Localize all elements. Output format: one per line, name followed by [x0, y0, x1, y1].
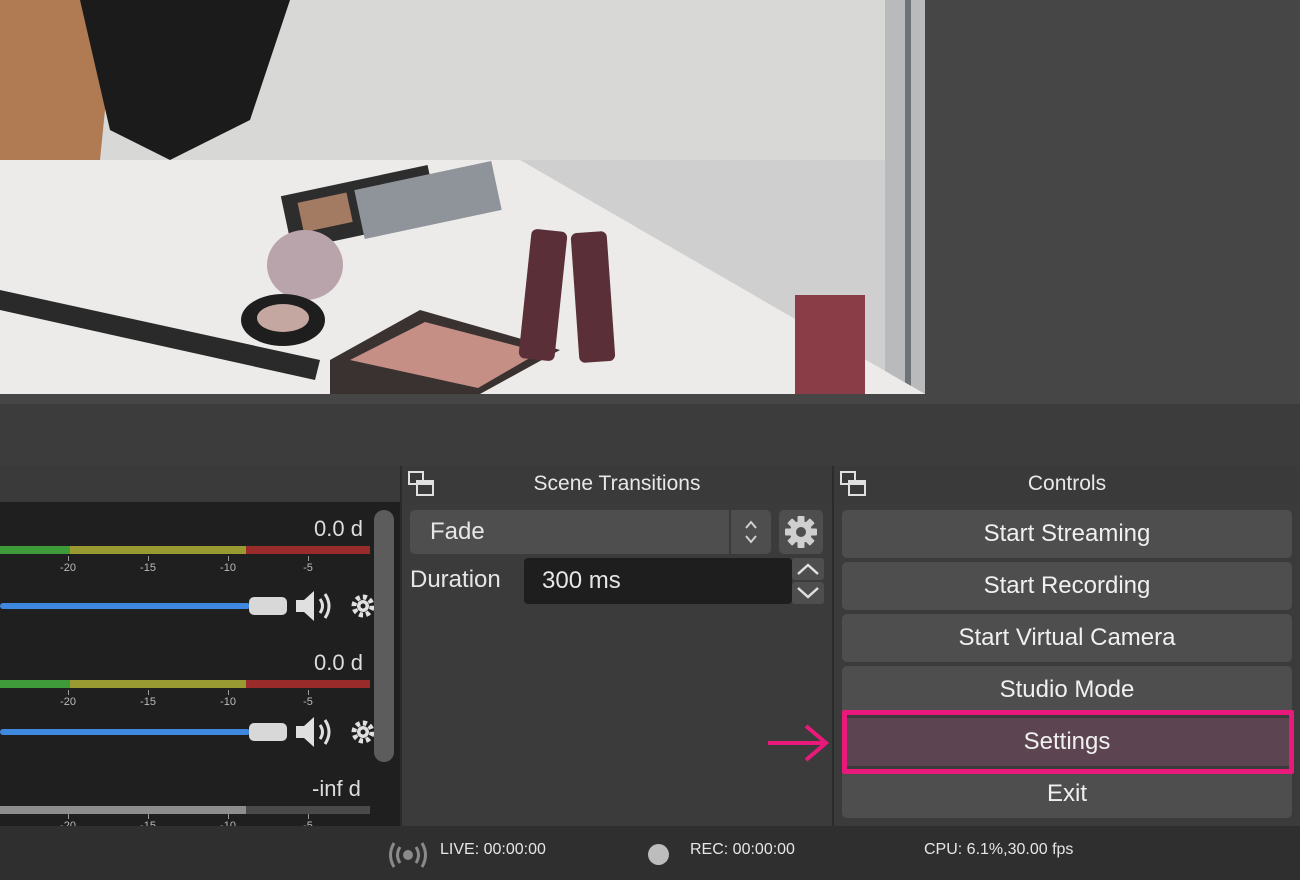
scale-label: -20	[60, 696, 76, 708]
float-dock-icon[interactable]	[408, 471, 434, 497]
scale-label: -15	[140, 696, 156, 708]
chevron-up-icon	[797, 563, 819, 575]
scale-label: -20	[60, 562, 76, 574]
live-timer: LIVE: 00:00:00	[440, 841, 546, 858]
mixer-scrollbar[interactable]	[374, 510, 394, 762]
controls-header: Controls	[834, 466, 1300, 503]
speaker-icon[interactable]	[294, 714, 340, 750]
exit-button[interactable]: Exit	[842, 770, 1292, 818]
volume-slider-track[interactable]	[0, 729, 250, 735]
volume-meter	[0, 680, 370, 688]
volume-slider-track[interactable]	[0, 603, 250, 609]
scale-label: -5	[303, 562, 313, 574]
meter-scale: -20 -15 -10 -5	[0, 690, 370, 708]
db-readout: -inf d	[312, 776, 361, 801]
scale-label: -15	[140, 562, 156, 574]
preview-area	[0, 0, 1300, 404]
float-dock-icon[interactable]	[840, 471, 866, 497]
volume-meter	[0, 546, 370, 554]
gear-icon	[785, 516, 817, 548]
transition-select[interactable]: Fade	[410, 510, 771, 554]
gear-icon[interactable]	[350, 714, 376, 750]
duration-label: Duration	[410, 566, 501, 593]
scale-label: -10	[220, 696, 236, 708]
start-virtual-camera-button[interactable]: Start Virtual Camera	[842, 614, 1292, 662]
gear-icon[interactable]	[350, 588, 376, 624]
scale-label: -5	[303, 696, 313, 708]
speaker-icon[interactable]	[294, 588, 340, 624]
start-recording-button[interactable]: Start Recording	[842, 562, 1292, 610]
volume-meter	[0, 806, 370, 814]
broadcast-icon	[389, 842, 427, 868]
start-streaming-button[interactable]: Start Streaming	[842, 510, 1292, 558]
spin-arrows-icon	[729, 510, 771, 554]
rec-timer: REC: 00:00:00	[690, 841, 795, 858]
record-dot-icon	[648, 844, 669, 865]
transition-select-value: Fade	[430, 518, 485, 545]
transition-properties-button[interactable]	[779, 510, 823, 554]
duration-input[interactable]: 300 ms	[524, 558, 792, 604]
dock-title: Scene Transitions	[533, 472, 701, 495]
cpu-fps-readout: CPU: 6.1%,30.00 fps	[924, 841, 1074, 858]
volume-slider-handle[interactable]	[249, 597, 287, 615]
meter-scale: -20 -15 -10 -5	[0, 556, 370, 574]
audio-mixer-panel: 0.0 d -20 -15 -10 -5 0.0 d -20 -15 -10 -…	[0, 502, 400, 832]
arrow-right-icon	[768, 724, 830, 762]
scene-transitions-header: Scene Transitions	[402, 466, 832, 503]
volume-slider-handle[interactable]	[249, 723, 287, 741]
chevron-down-icon	[797, 587, 819, 599]
mixer-dock-header	[0, 466, 400, 503]
studio-mode-button[interactable]: Studio Mode	[842, 666, 1292, 714]
preview-image	[0, 0, 925, 394]
scale-label: -10	[220, 562, 236, 574]
dock-gap	[0, 404, 1300, 466]
duration-decrement[interactable]	[792, 582, 824, 604]
dock-title: Controls	[1027, 472, 1107, 495]
settings-highlight-box	[842, 710, 1294, 774]
duration-increment[interactable]	[792, 558, 824, 580]
